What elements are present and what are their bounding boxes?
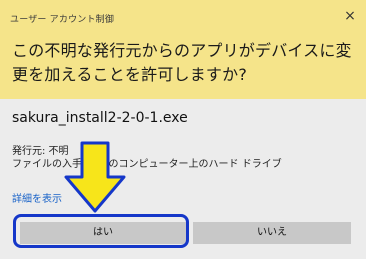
dialog-title: ユーザー アカウント制御: [10, 15, 115, 25]
down-arrow-annotation: [64, 141, 126, 213]
no-button[interactable]: いいえ: [193, 222, 351, 244]
publisher-text: 発行元: 不明: [12, 146, 69, 157]
permission-question: この不明な発行元からのアプリがデバイスに変更を加えることを許可しますか?: [12, 41, 352, 84]
file-origin-text: ファイルの入手先: このコンピューター上のハード ドライブ: [12, 159, 282, 170]
program-filename: sakura_install2-2-0-1.exe: [12, 110, 188, 126]
close-icon[interactable]: ×: [340, 6, 360, 26]
yes-button-highlight: [13, 214, 189, 248]
show-details-link[interactable]: 詳細を表示: [12, 190, 62, 205]
uac-dialog: ユーザー アカウント制御 × この不明な発行元からのアプリがデバイスに変更を加え…: [0, 0, 366, 259]
